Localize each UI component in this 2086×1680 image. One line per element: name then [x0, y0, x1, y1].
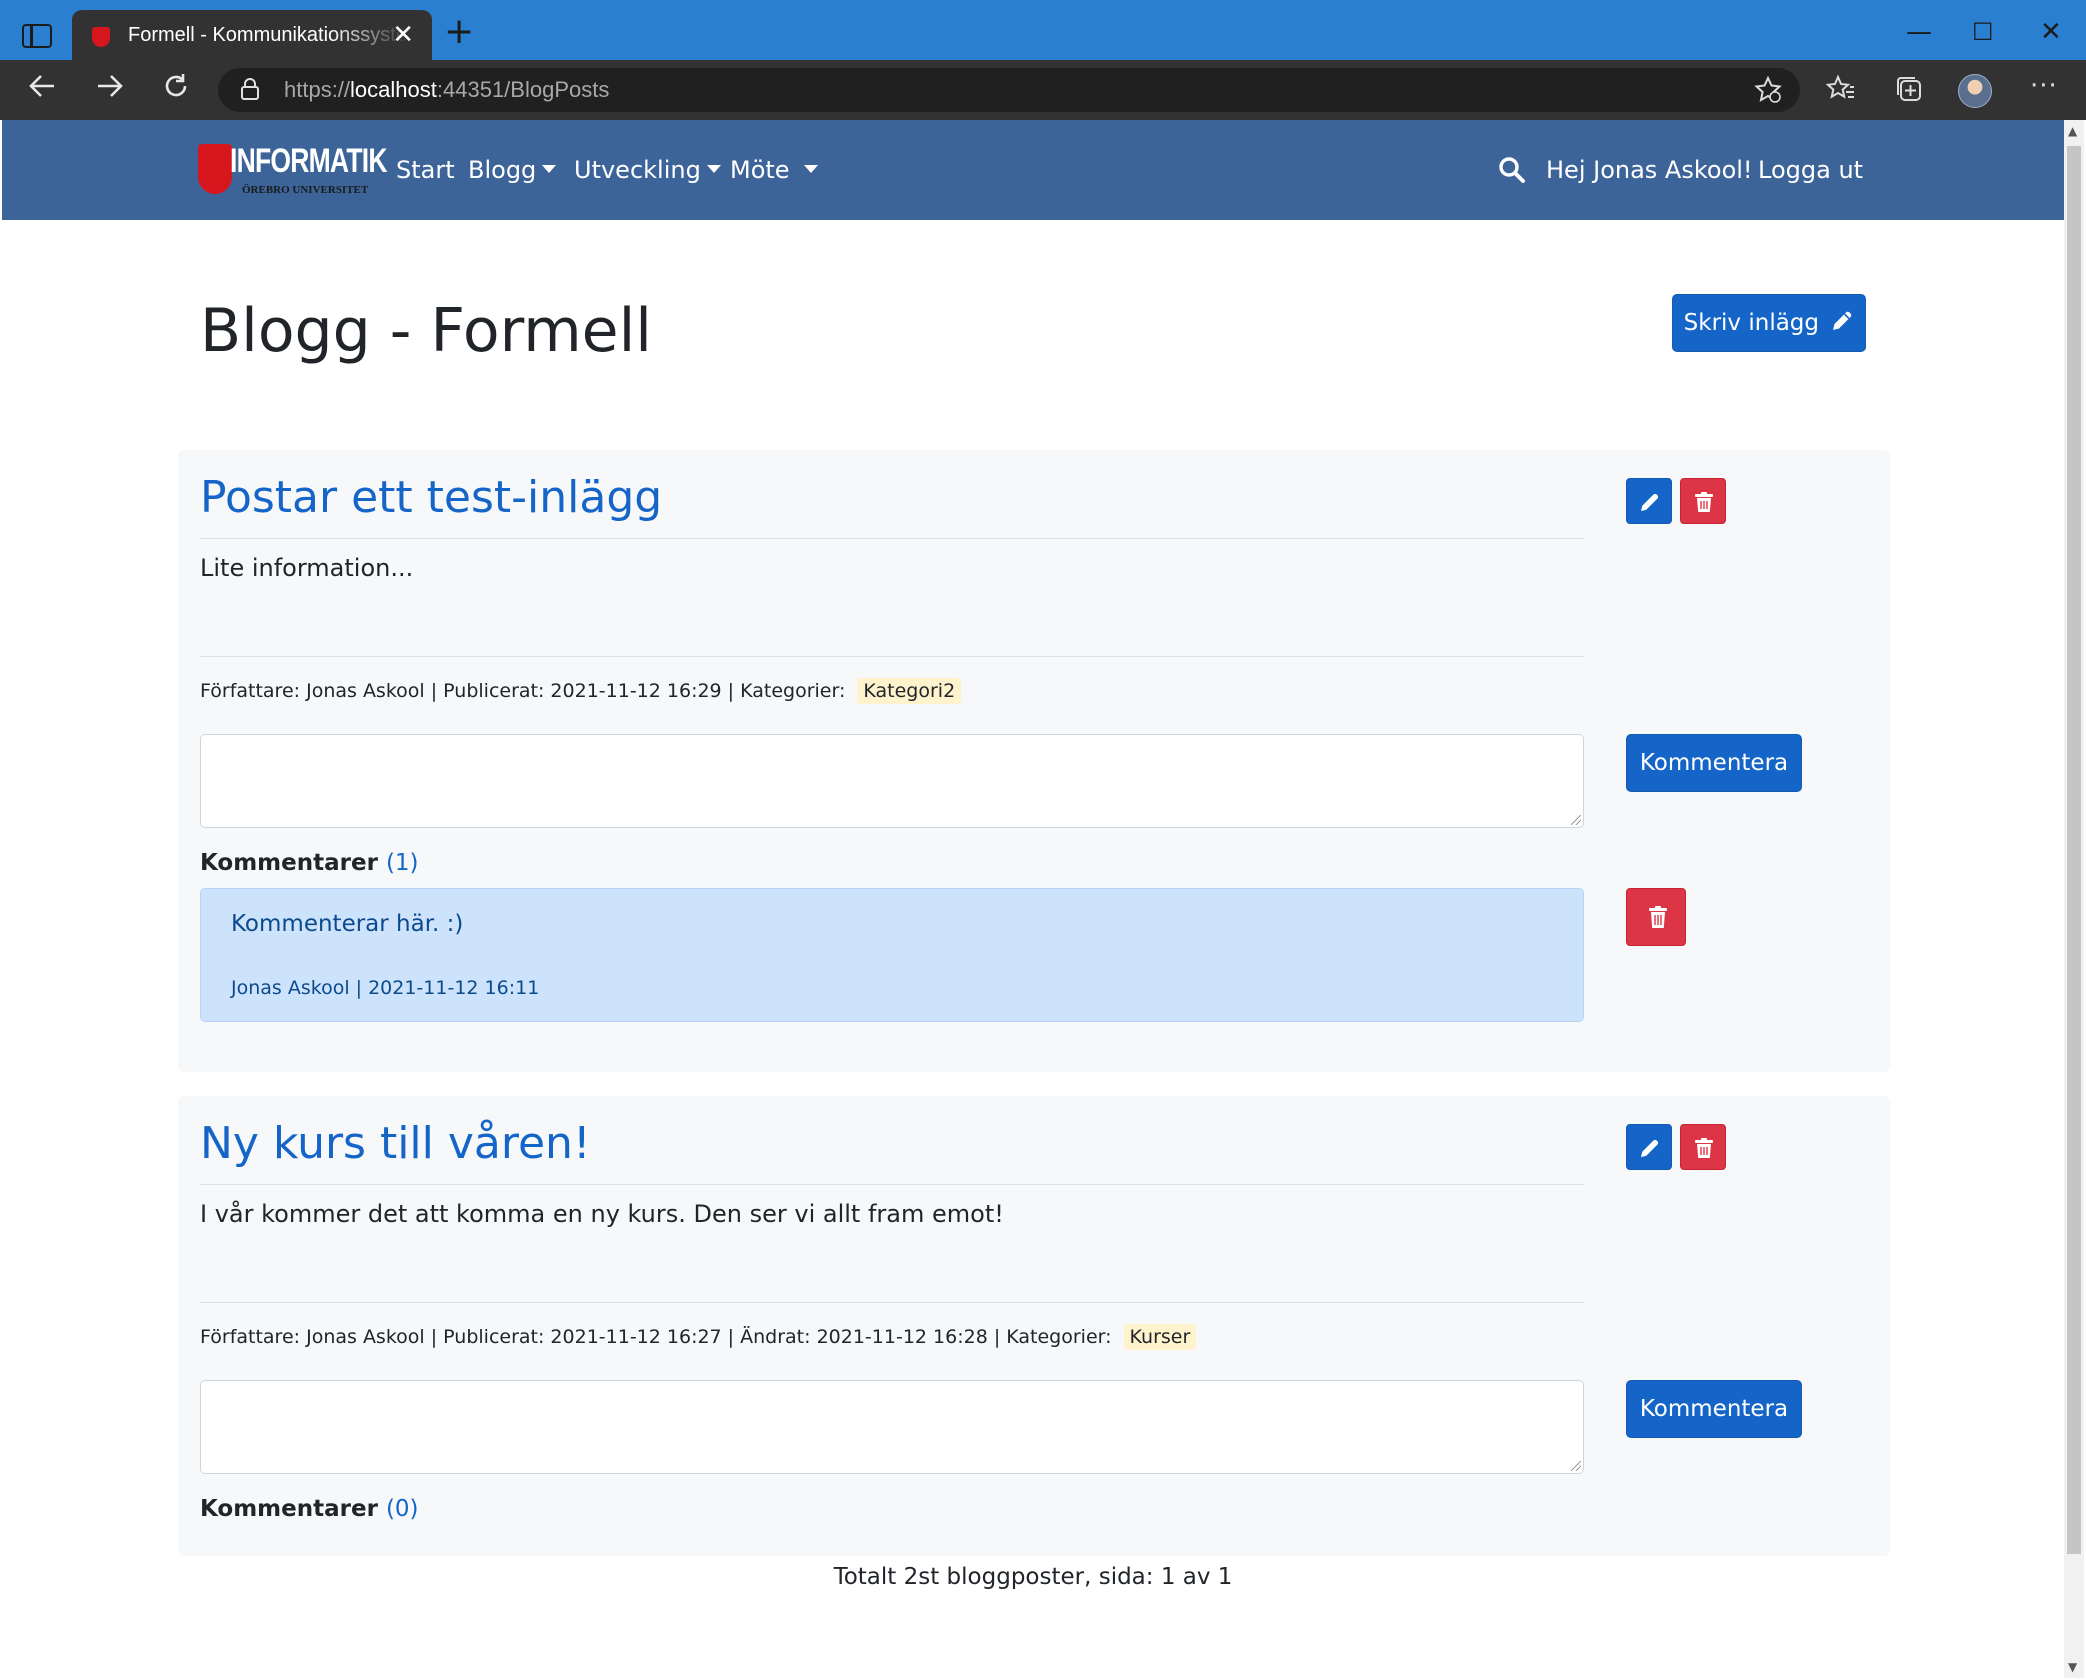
- comments-heading: Kommentarer (0): [200, 1496, 419, 1522]
- search-icon[interactable]: [1498, 156, 1528, 186]
- lock-icon[interactable]: [240, 78, 260, 100]
- divider: [200, 538, 1584, 539]
- post-meta: Författare: Jonas Askool | Publicerat: 2…: [200, 678, 962, 704]
- chevron-down-icon: [803, 165, 818, 173]
- comment-text: Kommenterar här. :): [231, 911, 464, 937]
- scroll-up-arrow-icon[interactable]: ▲: [2068, 124, 2077, 138]
- nav-dropdown-utveckling-label: Utveckling: [574, 156, 701, 184]
- page-title: Blogg - Formell: [200, 296, 652, 366]
- forward-arrow-icon[interactable]: [96, 72, 124, 109]
- new-tab-button[interactable]: +: [444, 14, 474, 50]
- window-minimize-button[interactable]: —: [1906, 12, 1932, 52]
- category-badge[interactable]: Kurser: [1123, 1324, 1197, 1350]
- browser-tab-active[interactable]: Formell - Kommunikationssystem ✕: [72, 10, 432, 62]
- post-meta-text: Författare: Jonas Askool | Publicerat: 2…: [200, 1326, 1112, 1348]
- url-text: https://localhost:44351/BlogPosts: [284, 77, 610, 102]
- favorites-icon[interactable]: [1825, 74, 1856, 111]
- collections-icon[interactable]: [1894, 74, 1924, 111]
- tab-close-icon[interactable]: ✕: [392, 20, 414, 50]
- resize-grip-icon[interactable]: [1571, 815, 1581, 825]
- nav-dropdown-mote-label: Möte: [730, 156, 790, 184]
- blog-post-card: Ny kurs till våren! I vår kommer det att…: [178, 1096, 1890, 1556]
- post-title[interactable]: Ny kurs till våren!: [200, 1118, 591, 1169]
- logo-shield-icon: [198, 144, 232, 194]
- edit-post-button[interactable]: [1626, 478, 1672, 524]
- tab-actions-icon[interactable]: [22, 24, 52, 48]
- browser-tab-bar: Formell - Kommunikationssystem ✕ + — ☐ ✕: [0, 0, 2086, 62]
- nav-dropdown-utveckling[interactable]: Utveckling: [574, 156, 721, 184]
- window-maximize-button[interactable]: ☐: [1972, 12, 1994, 52]
- write-post-button[interactable]: Skriv inlägg: [1672, 294, 1866, 352]
- comments-count: (1): [385, 850, 419, 876]
- tab-title: Formell - Kommunikationssystem: [128, 24, 408, 46]
- informatik-logo[interactable]: INFORMATIK ÖREBRO UNIVERSITET: [198, 138, 387, 202]
- logo-subtext: ÖREBRO UNIVERSITET: [242, 184, 369, 196]
- comments-heading: Kommentarer (1): [200, 850, 419, 876]
- page-scrollbar[interactable]: ▲ ▼: [2064, 120, 2084, 1678]
- post-body: Lite information...: [200, 554, 414, 582]
- divider: [200, 656, 1584, 657]
- profile-avatar[interactable]: [1958, 74, 1992, 108]
- add-favorite-icon[interactable]: [1754, 75, 1782, 111]
- nav-link-start[interactable]: Start: [396, 156, 455, 184]
- resize-grip-icon[interactable]: [1571, 1461, 1581, 1471]
- chevron-down-icon: [542, 165, 557, 173]
- pencil-icon: [1641, 493, 1659, 511]
- url-input[interactable]: https://localhost:44351/BlogPosts: [218, 68, 1800, 112]
- delete-comment-button[interactable]: [1626, 888, 1686, 946]
- divider: [200, 1302, 1584, 1303]
- comment-item: Kommenterar här. :) Jonas Askool | 2021-…: [200, 888, 1584, 1022]
- logo-text: INFORMATIK: [230, 142, 387, 180]
- post-meta-text: Författare: Jonas Askool | Publicerat: 2…: [200, 680, 846, 702]
- write-post-button-label: Skriv inlägg: [1683, 310, 1820, 336]
- scrollbar-thumb[interactable]: [2067, 146, 2081, 1554]
- site-navbar: INFORMATIK ÖREBRO UNIVERSITET Start Blog…: [2, 120, 2064, 220]
- trash-icon: [1649, 906, 1667, 928]
- comment-button[interactable]: Kommentera: [1626, 734, 1802, 792]
- comment-meta: Jonas Askool | 2021-11-12 16:11: [231, 977, 540, 999]
- reload-icon[interactable]: [162, 72, 190, 109]
- nav-dropdown-blogg[interactable]: Blogg: [468, 156, 557, 184]
- site-favicon-icon: [92, 27, 110, 47]
- window-close-button[interactable]: ✕: [2040, 12, 2062, 52]
- comment-button[interactable]: Kommentera: [1626, 1380, 1802, 1438]
- comment-textarea[interactable]: [200, 734, 1584, 828]
- scroll-down-arrow-icon[interactable]: ▼: [2068, 1660, 2077, 1674]
- nav-dropdown-blogg-label: Blogg: [468, 156, 537, 184]
- comments-heading-label: Kommentarer: [200, 1496, 378, 1522]
- page-viewport: INFORMATIK ÖREBRO UNIVERSITET Start Blog…: [2, 120, 2064, 1678]
- trash-icon: [1695, 492, 1713, 512]
- logout-link[interactable]: Logga ut: [1758, 156, 1863, 184]
- category-badge[interactable]: Kategori2: [857, 678, 962, 704]
- back-arrow-icon[interactable]: [28, 72, 56, 109]
- pencil-icon: [1641, 1139, 1659, 1157]
- chevron-down-icon: [706, 165, 721, 173]
- comments-count: (0): [385, 1496, 419, 1522]
- user-greeting[interactable]: Hej Jonas Askool!: [1546, 156, 1753, 184]
- delete-post-button[interactable]: [1680, 478, 1726, 524]
- post-meta: Författare: Jonas Askool | Publicerat: 2…: [200, 1324, 1197, 1350]
- divider: [200, 1184, 1584, 1185]
- comment-textarea[interactable]: [200, 1380, 1584, 1474]
- nav-dropdown-mote[interactable]: Möte: [730, 156, 818, 184]
- browser-address-bar: https://localhost:44351/BlogPosts ···: [0, 60, 2086, 120]
- post-body: I vår kommer det att komma en ny kurs. D…: [200, 1200, 1004, 1228]
- delete-post-button[interactable]: [1680, 1124, 1726, 1170]
- post-title[interactable]: Postar ett test-inlägg: [200, 472, 662, 523]
- trash-icon: [1695, 1138, 1713, 1158]
- more-options-icon[interactable]: ···: [2030, 70, 2058, 102]
- pencil-icon: [1833, 311, 1852, 330]
- edit-post-button[interactable]: [1626, 1124, 1672, 1170]
- blog-post-card: Postar ett test-inlägg Lite information.…: [178, 450, 1890, 1072]
- pagination-summary: Totalt 2st bloggposter, sida: 1 av 1: [833, 1564, 1233, 1590]
- comments-heading-label: Kommentarer: [200, 850, 378, 876]
